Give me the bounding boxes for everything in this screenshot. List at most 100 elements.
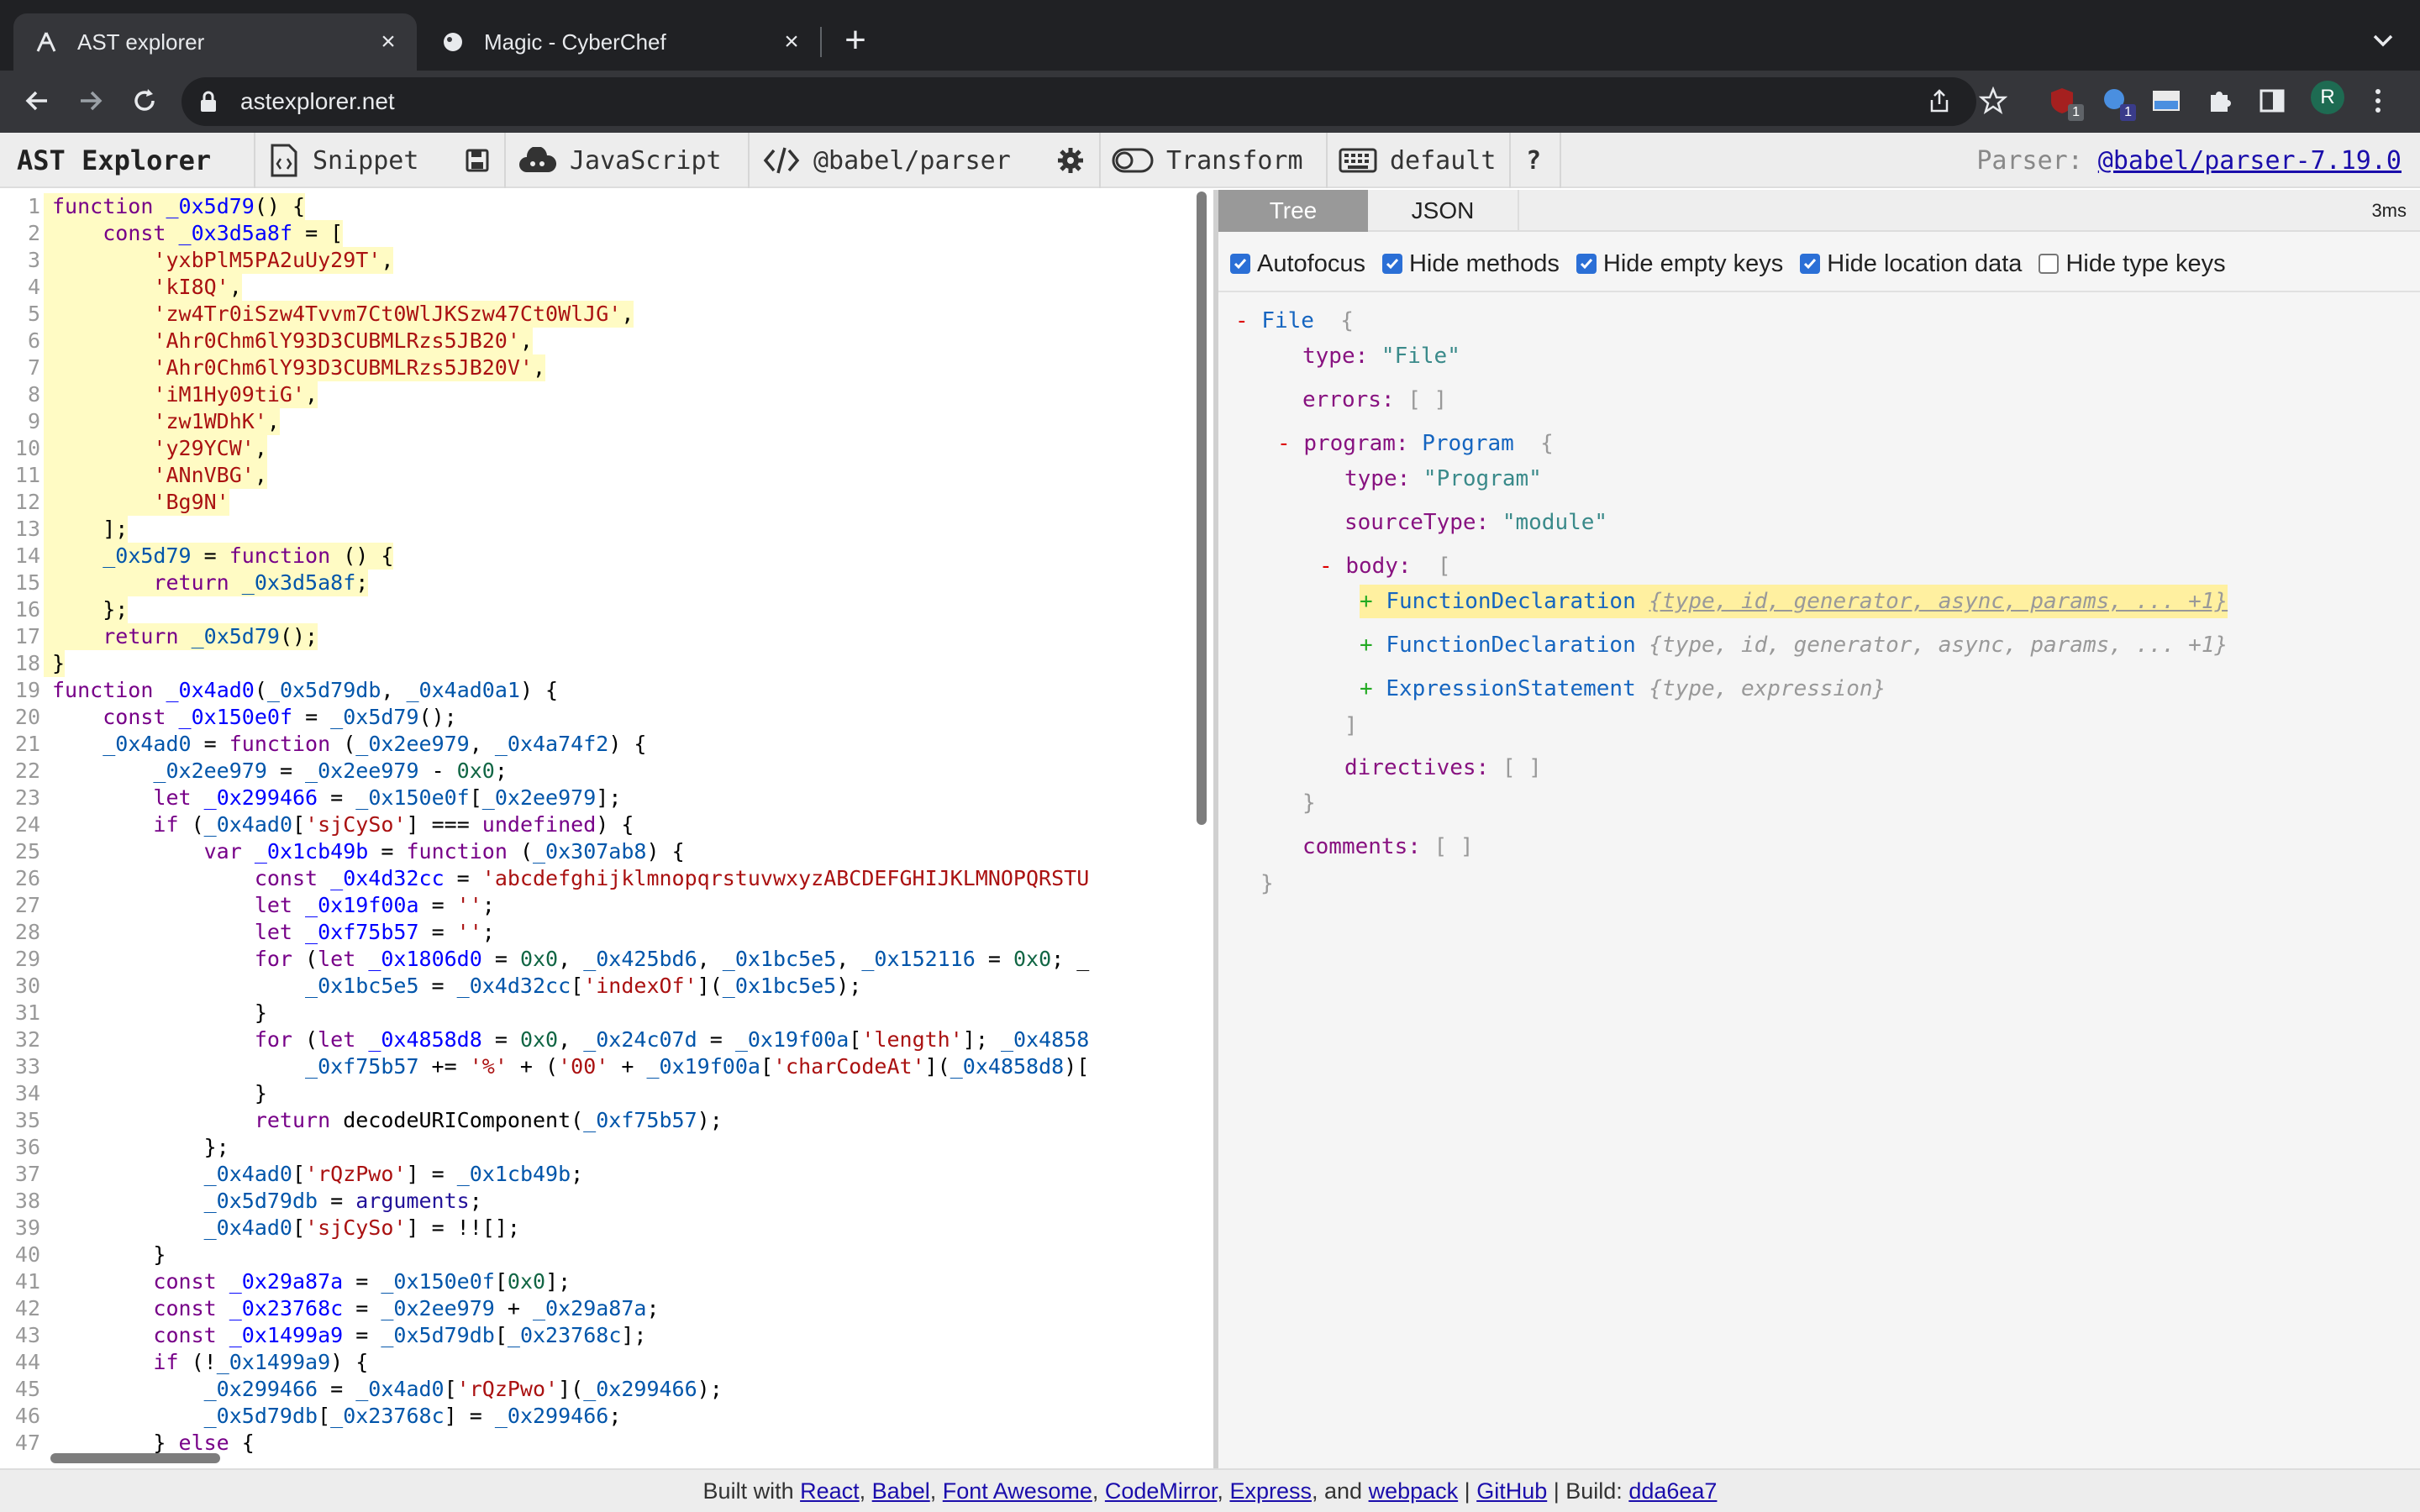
tab-cyberchef[interactable]: Magic - CyberChef × (420, 13, 820, 71)
code-line: 31 } (0, 1000, 267, 1026)
code-line: 25 var _0x1cb49b = function (_0x307ab8) … (0, 838, 685, 865)
forward-button[interactable] (72, 82, 109, 119)
code-line: 37 _0x4ad0['rQzPwo'] = _0x1cb49b; (0, 1161, 583, 1188)
option-hide-empty-keys[interactable]: Hide empty keys (1576, 250, 1783, 278)
lock-icon[interactable] (200, 91, 217, 113)
link-babel[interactable]: Babel (872, 1478, 930, 1504)
ublock-icon[interactable]: 1 (2044, 82, 2084, 121)
reload-button[interactable] (126, 82, 163, 119)
editor-horizontal-scrollbar[interactable] (50, 1453, 220, 1463)
line-number: 36 (14, 1135, 40, 1159)
line-number: 27 (14, 893, 40, 917)
tree-node-body-item[interactable]: + FunctionDeclaration {type, id, generat… (1360, 628, 2228, 662)
code-line: 40 } (0, 1242, 166, 1268)
parser-menu[interactable]: @babel/parser (761, 133, 1011, 188)
cloud-icon (518, 144, 558, 177)
puzzle-extensions-icon[interactable] (2202, 82, 2238, 119)
collapse-icon: - (1319, 554, 1346, 579)
language-label: JavaScript (570, 145, 722, 176)
tree-prop-directives[interactable]: directives: [ ] (1344, 751, 1542, 785)
line-number: 37 (14, 1162, 40, 1186)
tree-node-body[interactable]: - body: [ (1319, 549, 1451, 583)
browser-menu-icon[interactable] (2360, 82, 2396, 119)
code-line: 2 const _0x3d5a8f = [ (0, 220, 344, 247)
tab-search-icon[interactable] (2366, 24, 2400, 57)
option-label: Hide methods (1408, 249, 1560, 277)
link-font-awesome[interactable]: Font Awesome (943, 1478, 1092, 1504)
checkbox-checked[interactable] (1576, 254, 1597, 274)
gear-icon (1054, 144, 1087, 177)
side-panel-icon[interactable] (2254, 82, 2291, 119)
code-text: } (52, 1000, 267, 1025)
code-line: 34 } (0, 1080, 267, 1107)
link-github[interactable]: GitHub (1476, 1478, 1547, 1504)
parser-version-link[interactable]: @babel/parser-7.19.0 (2098, 146, 2402, 176)
language-menu[interactable]: JavaScript (518, 133, 722, 188)
checkbox-unchecked[interactable] (2039, 254, 2060, 274)
checkbox-checked[interactable] (1800, 254, 1821, 274)
save-button[interactable] (460, 133, 506, 188)
link-react[interactable]: React (800, 1478, 860, 1504)
parser-info: Parser: @babel/parser-7.19.0 (1976, 133, 2402, 188)
code-line: 8 'iM1Hy09tiG', (0, 381, 318, 408)
help-button[interactable]: ? (1526, 133, 1541, 188)
code-line: 10 'y29YCW', (0, 435, 267, 462)
back-button[interactable] (18, 82, 55, 119)
code-line: 30 _0x1bc5e5 = _0x4d32cc['indexOf'](_0x1… (0, 973, 861, 1000)
parser-info-label: Parser: (1976, 145, 2083, 176)
link-codemirror[interactable]: CodeMirror (1105, 1478, 1218, 1504)
code-line: 4 'kI8Q', (0, 274, 242, 301)
line-number: 24 (14, 812, 40, 837)
option-label: Autofocus (1257, 249, 1365, 277)
code-text: return decodeURIComponent(_0xf75b57); (254, 1108, 723, 1132)
profile-avatar[interactable]: R (2311, 81, 2344, 114)
checkbox-checked[interactable] (1230, 254, 1250, 274)
checkbox-checked[interactable] (1381, 254, 1402, 274)
line-number: 14 (14, 543, 40, 568)
video-extension-icon[interactable] (2148, 82, 2185, 119)
option-hide-methods[interactable]: Hide methods (1381, 249, 1560, 278)
line-number: 45 (14, 1377, 40, 1401)
option-hide-location-data[interactable]: Hide location data (1800, 250, 2022, 278)
tab-tree[interactable]: Tree (1218, 190, 1368, 232)
transform-toggle[interactable]: Transform (1111, 133, 1303, 188)
tree-options: Autofocus Hide methods Hide empty keys H… (1230, 242, 2243, 286)
link-build-hash[interactable]: dda6ea7 (1628, 1478, 1717, 1504)
output-tabs: Tree JSON 3ms (1218, 190, 2420, 232)
new-tab-button[interactable]: + (839, 22, 872, 60)
tree-node-program[interactable]: - program: Program { (1277, 427, 1554, 460)
snippet-menu[interactable]: Snippet (267, 133, 418, 188)
divider (748, 133, 750, 188)
option-autofocus[interactable]: Autofocus (1230, 250, 1365, 278)
close-icon[interactable]: × (775, 25, 808, 59)
editor-vertical-scrollbar[interactable] (1197, 192, 1207, 825)
bookmark-star-icon[interactable] (1975, 82, 2012, 119)
parser-settings-button[interactable] (1054, 133, 1099, 188)
tab-ast-explorer[interactable]: AST explorer × (13, 13, 417, 71)
code-line: 26 const _0x4d32cc = 'abcdefghijklmnopqr… (0, 865, 1089, 892)
tree-node-body-item[interactable]: + ExpressionStatement {type, expression} (1360, 672, 1886, 706)
option-hide-type-keys[interactable]: Hide type keys (2039, 250, 2226, 278)
tab-json[interactable]: JSON (1368, 190, 1519, 232)
code-text: const _0x23768c = _0x2ee979 + _0x29a87a; (153, 1296, 660, 1320)
tree-node-file[interactable]: - File { (1235, 304, 1354, 338)
code-text: let _0x299466 = _0x150e0f[_0x2ee979]; (153, 785, 622, 810)
divider (1326, 133, 1328, 188)
code-editor[interactable]: 1 function _0x5d79() {2 const _0x3d5a8f =… (0, 190, 1213, 1468)
keymap-menu[interactable]: default (1338, 133, 1496, 188)
line-number: 26 (14, 866, 40, 890)
address-bar[interactable]: astexplorer.net (182, 77, 1976, 126)
tree-prop-errors[interactable]: errors: [ ] (1302, 383, 1447, 417)
back-arrow-icon (25, 91, 47, 111)
close-icon[interactable]: × (371, 25, 405, 59)
share-icon[interactable] (1921, 82, 1958, 119)
code-text: }; (44, 596, 129, 623)
line-number: 3 (27, 248, 40, 272)
tree-node-body-item[interactable]: + FunctionDeclaration {type, id, generat… (1360, 585, 2228, 618)
link-express[interactable]: Express (1229, 1478, 1312, 1504)
tree-prop-comments[interactable]: comments: [ ] (1302, 830, 1474, 864)
link-webpack[interactable]: webpack (1369, 1478, 1459, 1504)
browser-tab-strip: AST explorer × Magic - CyberChef × + (0, 0, 2420, 71)
extension-icon[interactable]: 1 (2096, 82, 2136, 121)
tree-close-brace: } (1302, 790, 1316, 816)
